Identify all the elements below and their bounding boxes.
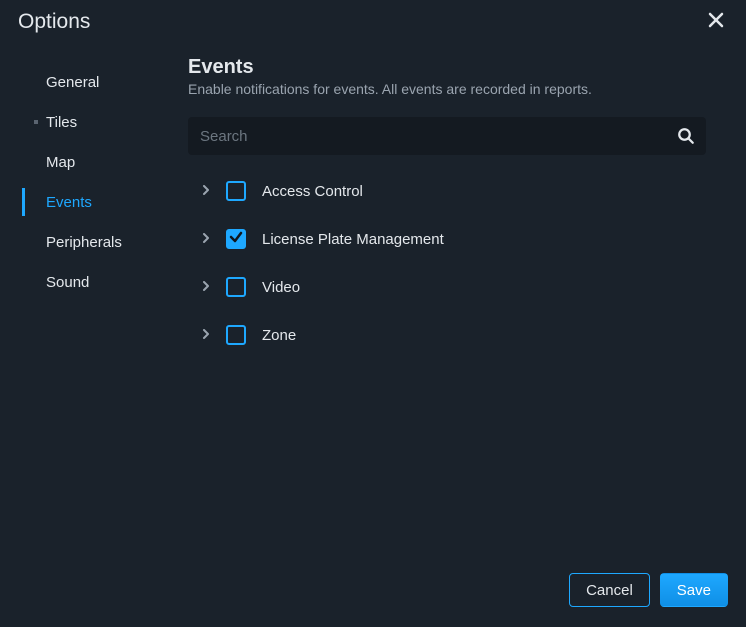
sidebar-item-general[interactable]: General [22, 62, 172, 102]
close-button[interactable] [704, 10, 728, 34]
check-icon [229, 230, 243, 249]
page-subtitle: Enable notifications for events. All eve… [188, 81, 706, 97]
options-dialog: Options General Tiles Map Events [0, 0, 746, 627]
sidebar-item-label: Tiles [46, 114, 77, 131]
save-button[interactable]: Save [660, 573, 728, 607]
event-checkbox[interactable] [226, 181, 246, 201]
expand-toggle[interactable] [198, 231, 214, 247]
sidebar-item-label: Events [46, 194, 92, 211]
button-label: Save [677, 582, 711, 599]
event-checkbox[interactable] [226, 229, 246, 249]
sidebar-item-label: Peripherals [46, 234, 122, 251]
sidebar-item-label: Sound [46, 274, 89, 291]
page-title: Events [188, 56, 706, 79]
sidebar-item-label: Map [46, 154, 75, 171]
event-label: Video [258, 279, 300, 296]
event-checkbox[interactable] [226, 277, 246, 297]
chevron-right-icon [201, 182, 211, 200]
event-row-zone: Zone [188, 311, 706, 359]
sidebar-item-events[interactable]: Events [22, 182, 172, 222]
dialog-title: Options [18, 10, 90, 34]
sidebar: General Tiles Map Events Peripherals Sou… [22, 44, 172, 559]
event-label: Zone [258, 327, 296, 344]
expand-toggle[interactable] [198, 183, 214, 199]
chevron-right-icon [201, 278, 211, 296]
event-label: Access Control [258, 183, 363, 200]
dialog-footer: Cancel Save [0, 559, 746, 627]
sidebar-item-label: General [46, 74, 99, 91]
event-list: Access Control License Plate Management [188, 167, 706, 359]
search-bar [188, 117, 706, 155]
sidebar-item-tiles[interactable]: Tiles [22, 102, 172, 142]
expand-toggle[interactable] [198, 279, 214, 295]
main-panel: Events Enable notifications for events. … [172, 44, 746, 559]
dialog-body: General Tiles Map Events Peripherals Sou… [0, 44, 746, 559]
cancel-button[interactable]: Cancel [569, 573, 650, 607]
dialog-header: Options [0, 0, 746, 44]
event-row-access-control: Access Control [188, 167, 706, 215]
event-label: License Plate Management [258, 231, 444, 248]
close-icon [708, 12, 724, 33]
sidebar-item-map[interactable]: Map [22, 142, 172, 182]
search-icon[interactable] [666, 127, 706, 145]
expand-toggle[interactable] [198, 327, 214, 343]
sidebar-item-peripherals[interactable]: Peripherals [22, 222, 172, 262]
search-input[interactable] [188, 128, 666, 145]
event-row-license-plate: License Plate Management [188, 215, 706, 263]
chevron-right-icon [201, 326, 211, 344]
sidebar-item-sound[interactable]: Sound [22, 262, 172, 302]
button-label: Cancel [586, 582, 633, 599]
event-checkbox[interactable] [226, 325, 246, 345]
chevron-right-icon [201, 230, 211, 248]
event-row-video: Video [188, 263, 706, 311]
